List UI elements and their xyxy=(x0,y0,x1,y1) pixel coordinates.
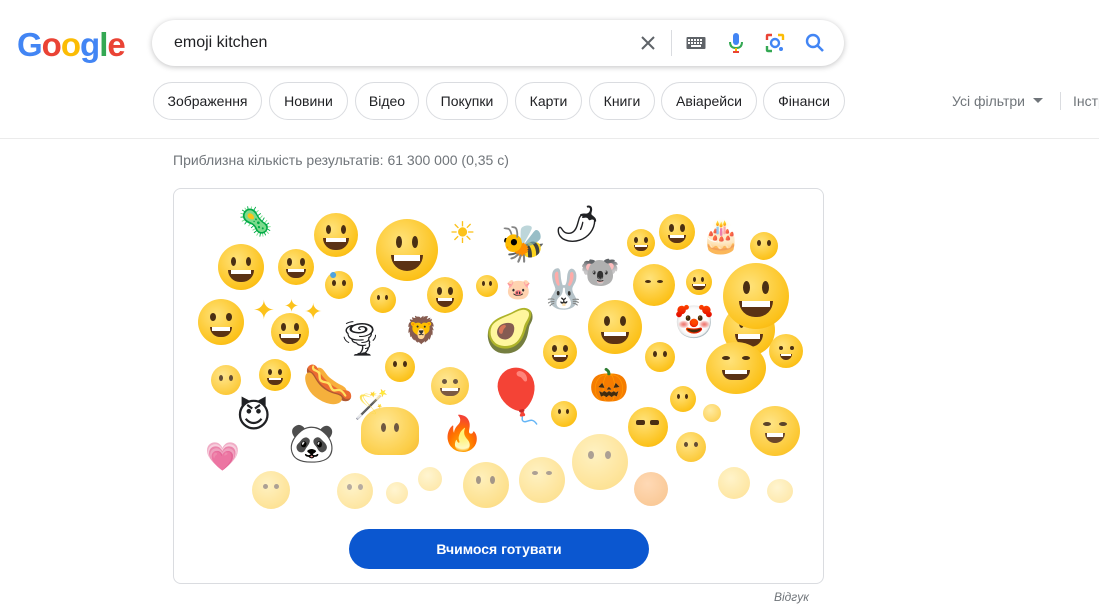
panda-icon: 🐼 xyxy=(288,423,336,465)
emoji-face xyxy=(427,277,463,313)
lens-icon[interactable] xyxy=(764,32,786,54)
clear-icon[interactable] xyxy=(637,32,659,54)
chip-shopping[interactable]: Покупки xyxy=(426,82,508,120)
emoji-face xyxy=(706,342,766,394)
filters-separator xyxy=(1060,92,1061,110)
chip-finance[interactable]: Фінанси xyxy=(763,82,845,120)
header-divider xyxy=(0,138,1099,139)
emoji-face xyxy=(769,334,803,368)
emoji-face xyxy=(686,269,712,295)
all-filters-label: Усі фільтри xyxy=(952,93,1025,109)
mic-icon[interactable] xyxy=(725,32,747,54)
logo-letter: e xyxy=(107,26,125,63)
magic-wand-icon: 🪄 xyxy=(354,389,389,420)
sweat-drop-icon: ● xyxy=(329,266,338,282)
emoji-face xyxy=(278,249,314,285)
pig-icon: 🐷 xyxy=(506,279,531,301)
emoji-face xyxy=(572,434,628,490)
emoji-face xyxy=(198,299,244,345)
emoji-face xyxy=(314,213,358,257)
sun-cloud-icon: ☀ xyxy=(449,217,476,250)
logo-letter: o xyxy=(41,26,62,63)
emoji-face xyxy=(718,467,750,499)
emoji-kitchen-card[interactable]: 🦠 🌶 🐝 🎂 🐨 🐷 🐰 🥑 🦁 🌪 🌭 🔥 🎈 🎃 🐼 💗 😈 🤡 🪄 ✦ … xyxy=(173,188,824,584)
emoji-face xyxy=(218,244,264,290)
tools-button[interactable]: Інструменти xyxy=(1073,93,1099,109)
keyboard-icon[interactable] xyxy=(685,32,707,54)
google-logo[interactable]: Google xyxy=(17,26,126,64)
all-filters-button[interactable]: Усі фільтри xyxy=(952,93,1043,109)
emoji-face xyxy=(551,401,577,427)
tornado-icon: 🌪 xyxy=(338,320,382,358)
heart-icon: 💗 xyxy=(205,441,240,472)
devil-icon: 😈 xyxy=(236,397,272,435)
search-bar[interactable]: emoji kitchen xyxy=(152,20,844,66)
avocado-icon: 🥑 xyxy=(484,307,537,354)
emoji-face xyxy=(750,406,800,456)
chip-images[interactable]: Зображення xyxy=(153,82,262,120)
hot-dog-icon: 🌭 xyxy=(302,361,355,408)
logo-letter: o xyxy=(60,26,81,63)
emoji-face xyxy=(676,432,706,462)
emoji-face xyxy=(431,367,469,405)
emoji-face xyxy=(259,359,291,391)
search-icon[interactable] xyxy=(804,32,826,54)
search-input[interactable]: emoji kitchen xyxy=(174,34,267,52)
result-stats: Приблизна кількість результатів: 61 300 … xyxy=(173,152,509,168)
emoji-face xyxy=(337,473,373,509)
emoji-face xyxy=(588,300,642,354)
bee-icon: 🐝 xyxy=(501,223,546,264)
balloon-icon: 🎈 xyxy=(484,368,549,426)
emoji-face xyxy=(418,467,442,491)
emoji-face xyxy=(767,479,793,503)
fire-icon: 🔥 xyxy=(441,415,484,453)
emoji-face xyxy=(659,214,695,250)
emoji-face xyxy=(750,232,778,260)
emoji-face xyxy=(476,275,498,297)
birthday-cake-icon: 🎂 xyxy=(701,218,741,254)
emoji-face xyxy=(627,229,655,257)
emoji-face xyxy=(252,471,290,509)
sparkle-icon: ✦ xyxy=(304,299,323,324)
lion-icon: 🦁 xyxy=(405,315,438,345)
chip-news[interactable]: Новини xyxy=(269,82,348,120)
jack-o-lantern-icon: 🎃 xyxy=(589,367,629,403)
emoji-face xyxy=(633,264,675,306)
microbe-icon: 🦠 xyxy=(238,206,273,237)
chip-books[interactable]: Книги xyxy=(589,82,655,120)
emoji-face xyxy=(634,472,668,506)
emoji-face xyxy=(628,407,668,447)
logo-letter: g xyxy=(80,26,100,63)
emoji-face xyxy=(543,335,577,369)
chip-maps[interactable]: Карти xyxy=(515,82,582,120)
emoji-face xyxy=(723,263,789,329)
chip-flights[interactable]: Авіарейси xyxy=(661,82,757,120)
logo-letter: l xyxy=(99,26,108,63)
emoji-face xyxy=(670,386,696,412)
sparkle-icon: ✦ xyxy=(284,296,300,316)
dropdown-arrow-icon xyxy=(1032,98,1043,103)
emoji-face xyxy=(463,462,509,508)
logo-letter: G xyxy=(17,26,43,63)
emoji-face xyxy=(645,342,675,372)
chip-video[interactable]: Відео xyxy=(355,82,419,120)
emoji-face xyxy=(385,352,415,382)
emoji-face xyxy=(386,482,408,504)
emoji-face xyxy=(211,365,241,395)
search-divider xyxy=(671,30,672,56)
feedback-link[interactable]: Відгук xyxy=(774,590,809,604)
rabbit-icon: 🐰 xyxy=(540,269,588,311)
learn-to-cook-button[interactable]: Вчимося готувати xyxy=(349,529,649,569)
sparkle-icon: ✦ xyxy=(253,295,275,325)
chili-pepper-icon: 🌶 xyxy=(554,203,600,244)
emoji-face xyxy=(703,404,721,422)
emoji-face xyxy=(370,287,396,313)
emoji-collage: 🦠 🌶 🐝 🎂 🐨 🐷 🐰 🥑 🦁 🌪 🌭 🔥 🎈 🎃 🐼 💗 😈 🤡 🪄 ✦ … xyxy=(174,189,823,519)
emoji-face xyxy=(519,457,565,503)
emoji-face xyxy=(376,219,438,281)
clown-icon: 🤡 xyxy=(674,304,714,340)
